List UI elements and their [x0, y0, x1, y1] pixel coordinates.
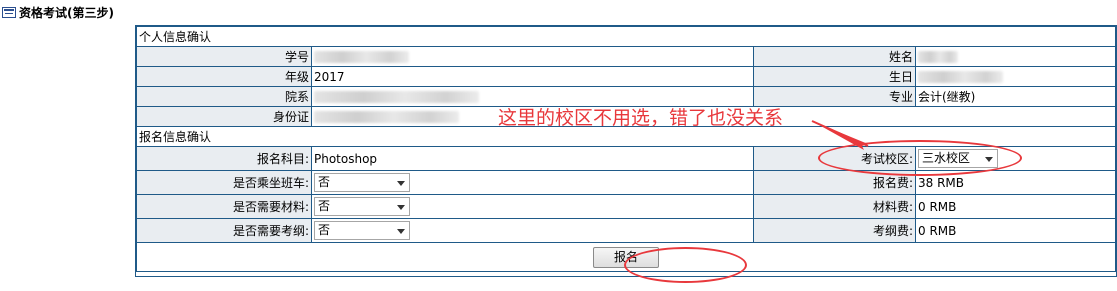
name-label: 姓名	[753, 46, 916, 67]
birth-label: 生日	[753, 66, 916, 87]
id-card-label: 身份证	[136, 106, 312, 127]
chevron-down-icon	[397, 181, 405, 186]
major-value: 会计(继教)	[915, 86, 1116, 107]
material-select[interactable]: 否	[314, 197, 410, 216]
redacted-college	[314, 91, 479, 103]
outline-cell: 否	[311, 218, 754, 243]
shuttle-select-value: 否	[318, 175, 331, 189]
chevron-down-icon	[397, 229, 405, 234]
outline-label: 是否需要考纲:	[136, 218, 312, 243]
student-id-value	[311, 46, 754, 67]
material-fee-value: 0 RMB	[915, 194, 1116, 219]
material-fee-label: 材料费:	[753, 194, 916, 219]
grade-label: 年级	[136, 66, 312, 87]
student-id-label: 学号	[136, 46, 312, 67]
redacted-student-id	[314, 51, 409, 63]
redacted-birthday	[918, 71, 1003, 83]
outline-select-value: 否	[318, 223, 331, 237]
material-label: 是否需要材料:	[136, 194, 312, 219]
shuttle-label: 是否乘坐班车:	[136, 170, 312, 195]
annotation-text: 这里的校区不用选，错了也没关系	[498, 107, 784, 129]
material-cell: 否	[311, 194, 754, 219]
submit-highlight-ring	[624, 247, 747, 283]
subject-value: Photoshop	[311, 146, 754, 171]
grade-value: 2017	[311, 66, 754, 87]
form-icon	[2, 6, 16, 18]
shuttle-select[interactable]: 否	[314, 173, 410, 192]
shuttle-cell: 否	[311, 170, 754, 195]
outline-fee-value: 0 RMB	[915, 218, 1116, 243]
birth-value	[915, 66, 1116, 87]
redacted-name	[918, 51, 958, 63]
outline-fee-label: 考纲费:	[753, 218, 916, 243]
name-value	[915, 46, 1116, 67]
chevron-down-icon	[397, 205, 405, 210]
subject-label: 报名科目:	[136, 146, 312, 171]
college-label: 院系	[136, 86, 312, 107]
page-title-text: 资格考试(第三步)	[19, 5, 114, 20]
campus-highlight-ring	[818, 140, 1022, 176]
redacted-id-card	[314, 111, 459, 123]
material-select-value: 否	[318, 199, 331, 213]
personal-section-header: 个人信息确认	[136, 26, 1116, 47]
page-title: 资格考试(第三步)	[2, 4, 114, 20]
outline-select[interactable]: 否	[314, 221, 410, 240]
